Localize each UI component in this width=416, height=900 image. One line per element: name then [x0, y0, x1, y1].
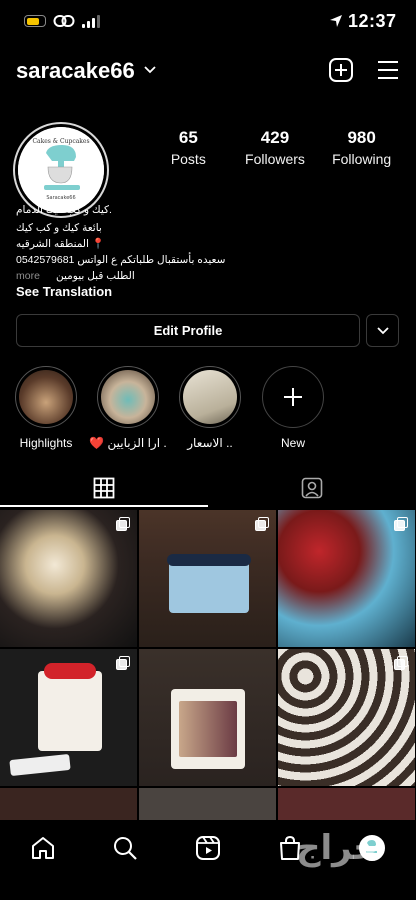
chevron-down-icon [376, 326, 389, 334]
see-translation-link[interactable]: See Translation [16, 284, 112, 299]
multiple-photos-icon [255, 517, 269, 531]
menu-icon[interactable] [376, 57, 400, 83]
bio-line: سعيده بأستقبال طلباتكم ع الواتس 05425796… [16, 254, 226, 266]
profile-tabs [0, 470, 416, 507]
battery-icon [24, 15, 46, 27]
post-graduation-cupcakes[interactable] [0, 510, 137, 647]
multiple-photos-icon [116, 656, 130, 670]
post-cupcake-box[interactable] [278, 649, 415, 786]
signal-icon [82, 15, 100, 28]
avatar: Cakes & Cupcakes Saracake66 [18, 127, 104, 213]
highlight-item[interactable]: الاسعار .. [170, 366, 250, 450]
story-highlights: Highlights ❤️ ارا الزبايين . الاسعار .. … [0, 366, 416, 456]
tagged-icon [301, 477, 323, 499]
post-drip-cake[interactable] [139, 510, 276, 647]
post-heart-cake[interactable] [0, 649, 137, 786]
username-switcher[interactable]: saracake66 [16, 58, 135, 84]
tab-posts-grid[interactable] [0, 470, 208, 506]
home-icon [32, 837, 54, 859]
reels-icon [196, 836, 220, 860]
post-partial[interactable] [139, 788, 276, 820]
posts-grid [0, 510, 416, 820]
profile-bio: كيك و كب كيك الدمام. بائعة كيك و كب كيك … [16, 202, 396, 282]
post-partial[interactable] [278, 788, 415, 820]
chevron-down-icon[interactable] [144, 66, 156, 74]
plus-icon [284, 388, 302, 406]
following-count[interactable]: 980 Following [319, 128, 405, 167]
bio-more-link[interactable]: more [16, 268, 40, 284]
bio-line: كيك و كب كيك الدمام. [16, 204, 112, 216]
grid-icon [93, 477, 115, 499]
multiple-photos-icon [394, 656, 408, 670]
post-photo-cake[interactable] [139, 649, 276, 786]
bio-line: المنطقه الشرقيه 📍 [16, 238, 105, 250]
profile-stats: 65 Posts 429 Followers 980 Following [145, 128, 405, 167]
new-highlight-button[interactable]: New [253, 366, 333, 450]
highlight-item[interactable]: ❤️ ارا الزبايين . [88, 366, 168, 450]
clock: 12:37 [348, 11, 397, 31]
post-partial[interactable] [0, 788, 137, 820]
profile-header: saracake66 [16, 54, 400, 88]
edit-profile-button[interactable]: Edit Profile [16, 314, 360, 347]
new-post-icon[interactable] [328, 57, 354, 83]
highlight-item[interactable]: Highlights [6, 366, 86, 450]
active-tab-indicator [0, 505, 208, 507]
svg-text:Cakes & Cupcakes: Cakes & Cupcakes [32, 138, 89, 145]
followers-count[interactable]: 429 Followers [232, 128, 318, 167]
nav-reels[interactable] [188, 828, 228, 868]
nav-home[interactable] [23, 828, 63, 868]
tab-tagged[interactable] [208, 470, 416, 506]
location-arrow-icon [330, 15, 342, 27]
bio-line: بائعة كيك و كب كيك [16, 222, 102, 234]
search-icon [114, 837, 137, 860]
discover-people-button[interactable] [366, 314, 399, 347]
posts-count[interactable]: 65 Posts [145, 128, 231, 167]
stand-mixer-logo: Cakes & Cupcakes Saracake66 [18, 127, 104, 213]
personal-hotspot-icon [53, 15, 75, 27]
status-bar: 12:37 [0, 0, 416, 44]
svg-text:Saracake66: Saracake66 [46, 195, 75, 201]
bio-line: الطلب قبل بيومين [56, 270, 135, 282]
multiple-photos-icon [394, 517, 408, 531]
nav-search[interactable] [105, 828, 145, 868]
multiple-photos-icon [116, 517, 130, 531]
post-superman-cupcakes[interactable] [278, 510, 415, 647]
watermark: حراج [296, 828, 378, 868]
